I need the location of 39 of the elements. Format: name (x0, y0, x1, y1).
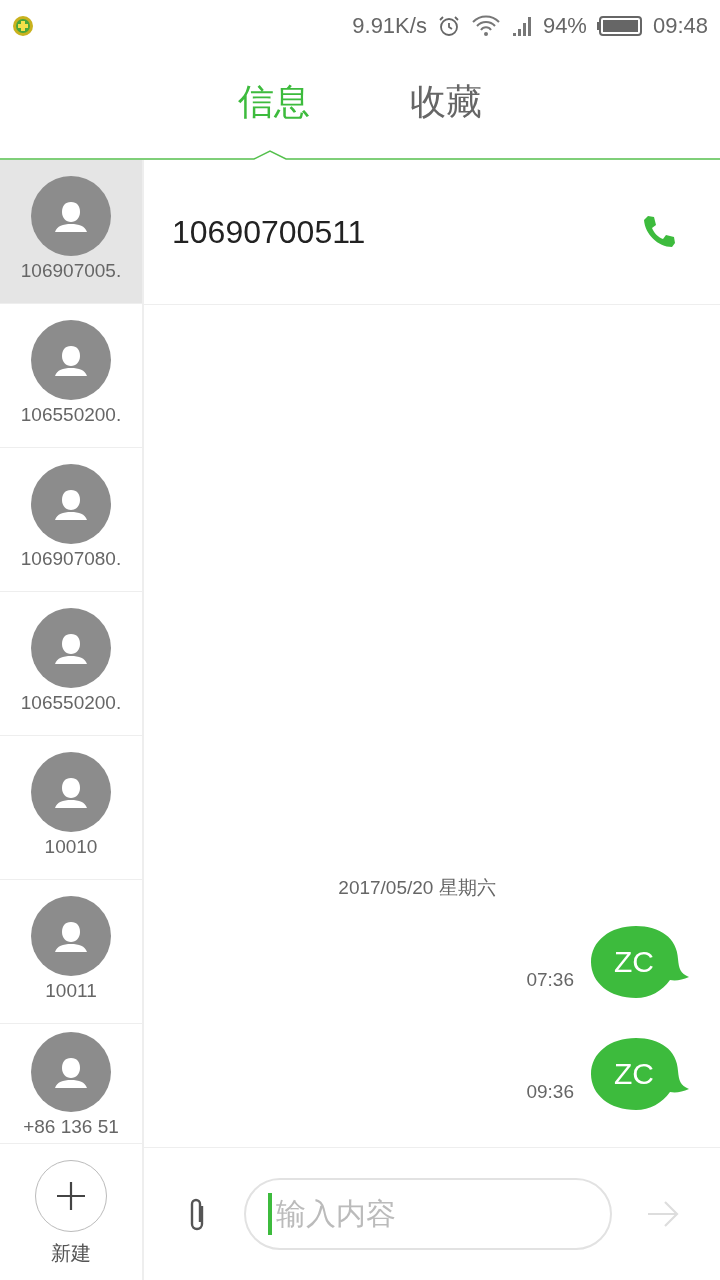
tab[interactable]: 收藏 (390, 77, 502, 127)
contact-item[interactable]: 10010 (0, 736, 142, 880)
avatar-icon (31, 752, 111, 832)
avatar-icon (31, 176, 111, 256)
wifi-icon (470, 14, 501, 38)
contact-item[interactable]: 106550200. (0, 304, 142, 448)
contact-name: 106907005. (20, 260, 122, 282)
contact-name: 10010 (44, 836, 98, 858)
contact-name: 106550200. (20, 404, 122, 426)
date-separator: 2017/05/20 星期六 (338, 876, 496, 900)
battery-percent: 94% (542, 13, 587, 39)
contact-item[interactable]: 10011 (0, 880, 142, 1024)
conversation-title: 10690700511 (172, 213, 366, 251)
network-speed: 9.91K/s (352, 13, 427, 39)
message-bubble: ZC (590, 925, 690, 999)
signal-icon (510, 14, 533, 38)
message-time: 07:36 (526, 969, 574, 991)
contact-name: +86 136 51 (23, 1116, 119, 1138)
contact-item[interactable]: 106550200. (0, 592, 142, 736)
battery-icon (596, 15, 643, 37)
avatar-icon (31, 320, 111, 400)
avatar-icon (31, 896, 111, 976)
message-bubble: ZC (590, 1037, 690, 1111)
contact-item[interactable]: 106907080. (0, 448, 142, 592)
avatar-icon (31, 1032, 111, 1112)
contact-name: 10011 (45, 980, 97, 1002)
text-cursor (268, 1193, 272, 1235)
avatar-icon (31, 608, 111, 688)
message-time: 09:36 (526, 1081, 574, 1103)
contact-name: 106907080. (20, 548, 122, 570)
message-input[interactable]: 输入内容 (244, 1178, 612, 1250)
avatar-icon (31, 464, 111, 544)
contact-name: 106550200. (20, 692, 122, 714)
new-label: 新建 (51, 1240, 91, 1266)
plus-icon (55, 1179, 87, 1212)
contact-item[interactable]: +86 136 51 (0, 1024, 142, 1144)
clock: 09:48 (652, 13, 708, 39)
contact-item[interactable]: 106907005. (0, 160, 142, 304)
app-icon (12, 15, 34, 37)
